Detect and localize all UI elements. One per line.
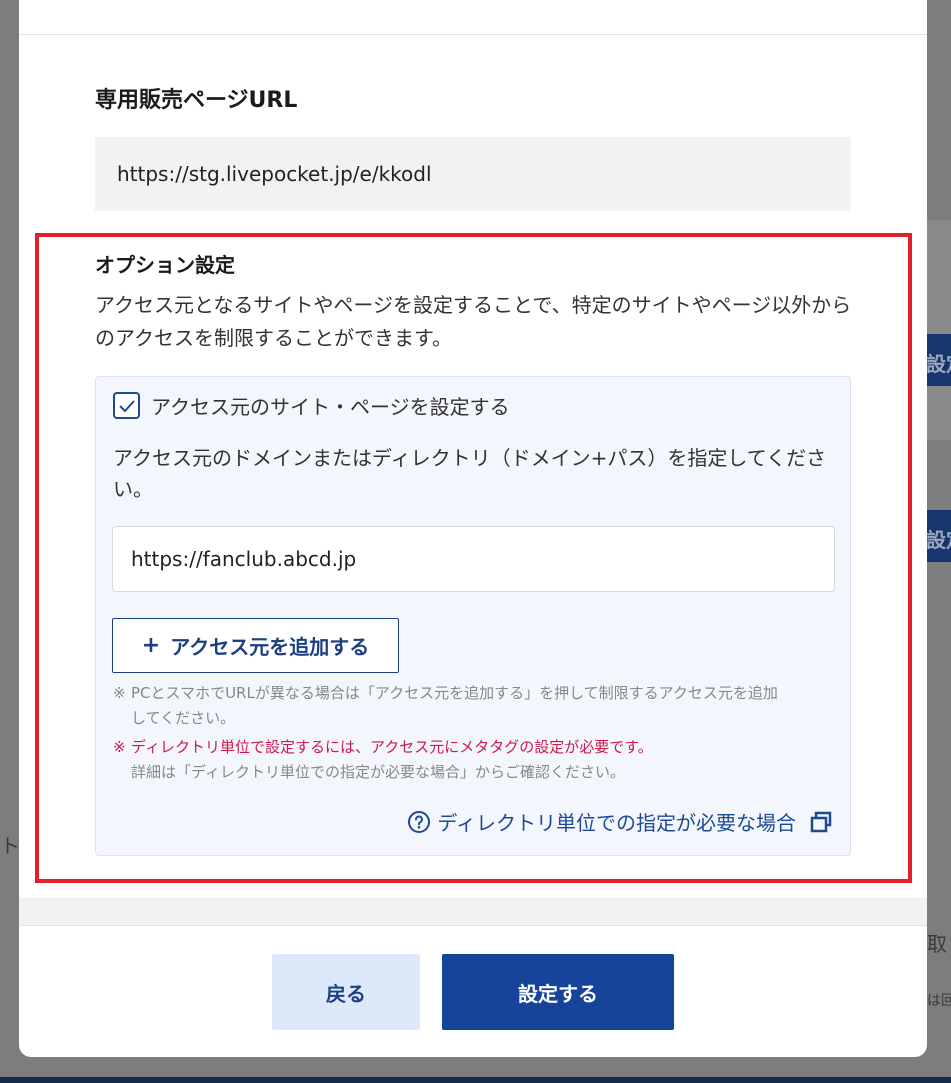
note-mark: ※: [113, 684, 126, 702]
access-source-checkbox[interactable]: [113, 392, 140, 419]
question-circle-icon: [408, 810, 431, 833]
add-access-source-button[interactable]: + アクセス元を追加する: [112, 618, 399, 673]
note-text: 詳細は「ディレクトリ単位での指定が必要な場合」からご確認ください。: [131, 763, 625, 781]
access-source-checkbox-row[interactable]: アクセス元のサイト・ページを設定する: [113, 391, 510, 420]
note-text: PCとスマホでURLが異なる場合は「アクセス元を追加する」を押して制限するアクセ…: [131, 684, 778, 702]
option-settings-section: オプション設定 アクセス元となるサイトやページを設定することで、特定のサイトやペ…: [19, 231, 927, 899]
access-source-domain-input[interactable]: [112, 526, 835, 592]
modal-divider: [19, 34, 927, 35]
settings-modal: 専用販売ページURL https://stg.livepocket.jp/e/k…: [19, 0, 927, 1057]
directory-help-link-label: ディレクトリ単位での指定が必要な場合: [437, 811, 796, 835]
sales-url-title: 専用販売ページURL: [95, 88, 298, 113]
domain-instruction: アクセス元のドメインまたはディレクトリ（ドメイン+パス）を指定してください。: [113, 446, 827, 501]
access-source-panel: アクセス元のサイト・ページを設定する アクセス元のドメインまたはディレクトリ（ド…: [95, 376, 851, 856]
check-icon: [118, 399, 135, 412]
note-mark: ※: [113, 738, 126, 756]
note-text: してください。: [131, 709, 236, 727]
back-button[interactable]: 戻る: [272, 954, 420, 1030]
background-footer-bar: [0, 1077, 951, 1083]
add-access-source-label: アクセス元を追加する: [170, 635, 370, 659]
option-settings-description: アクセス元となるサイトやページを設定することで、特定のサイトやページ以外からのア…: [95, 293, 852, 350]
background-card: [927, 220, 951, 440]
plus-icon: +: [141, 633, 161, 658]
access-source-checkbox-label: アクセス元のサイト・ページを設定する: [151, 395, 510, 419]
sales-url-display: https://stg.livepocket.jp/e/kkodl: [95, 137, 851, 211]
warning-text: ディレクトリ単位で設定するには、アクセス元にメタタグの設定が必要です。: [131, 738, 653, 756]
option-settings-title: オプション設定: [95, 253, 235, 277]
footer-separator: [19, 898, 927, 926]
open-new-window-icon: [810, 811, 832, 832]
directory-help-link[interactable]: ディレクトリ単位での指定が必要な場合: [407, 807, 832, 836]
background-text: ト: [0, 834, 19, 858]
note-multiple-urls: ※ PCとスマホでURLが異なる場合は「アクセス元を追加する」を押して制限するアク…: [113, 681, 778, 731]
note-directory-meta-tag: ※ ディレクトリ単位で設定するには、アクセス元にメタタグの設定が必要です。 詳細は…: [113, 735, 653, 785]
submit-settings-button[interactable]: 設定する: [442, 954, 674, 1030]
background-text: 取り: [927, 932, 951, 956]
background-text: は回: [927, 993, 951, 1009]
sales-url-text: https://stg.livepocket.jp/e/kkodl: [117, 162, 432, 186]
